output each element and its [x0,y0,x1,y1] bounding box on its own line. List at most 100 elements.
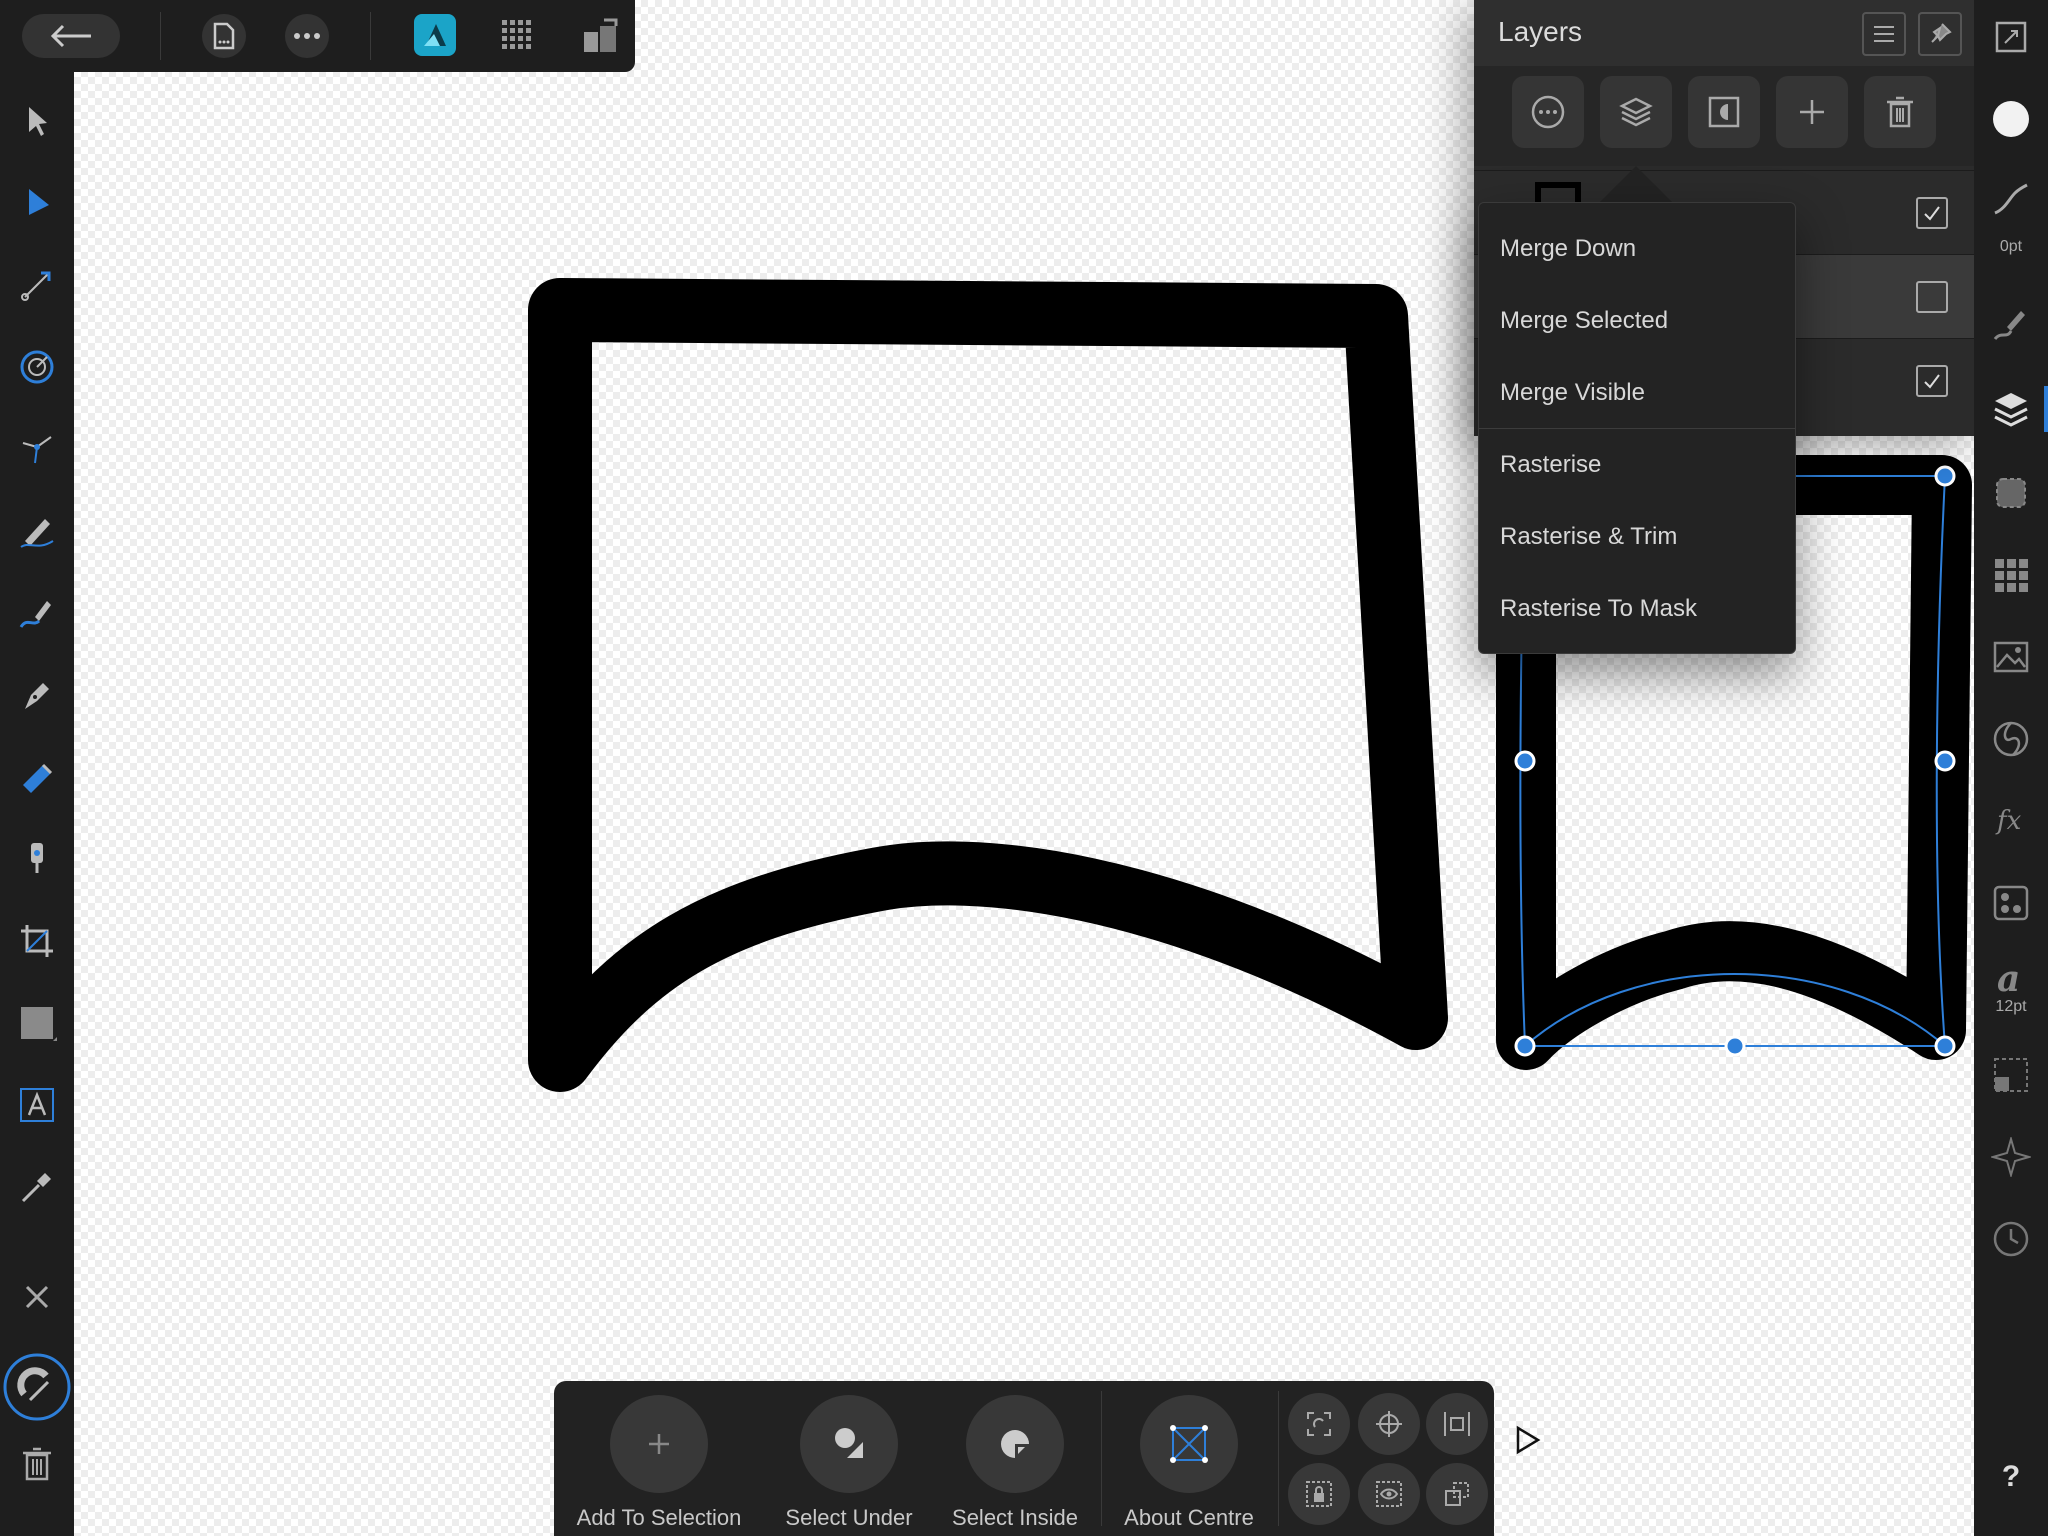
arrange-button[interactable] [1426,1463,1488,1525]
styles-button[interactable] [1984,712,2038,766]
brushes-button[interactable] [1984,298,2038,352]
help-button[interactable]: ? [1974,1460,2048,1494]
menu-item-label: Rasterise To Mask [1500,595,1697,622]
layer-visibility-checkbox[interactable] [1916,197,1948,229]
delete-button[interactable] [10,1436,64,1490]
pencil-tool[interactable] [10,504,64,558]
fill-color-swatch[interactable] [1984,92,2038,146]
layer-visibility-checkbox[interactable] [1916,281,1948,313]
back-arrow-icon [50,24,91,48]
effects-button[interactable]: fx [1984,794,2038,848]
play-triangle-icon [1516,1425,1541,1455]
fill-tool[interactable] [10,750,64,804]
layer-visibility-checkbox[interactable] [1916,365,1948,397]
point-transform-tool[interactable] [10,340,64,394]
menu-item-label: Rasterise [1500,451,1602,478]
menu-item-merge-visible[interactable]: Merge Visible [1479,357,1795,429]
navigator-compass-button[interactable] [1984,1130,2038,1184]
export-persona-button[interactable] [578,14,622,58]
tools-panel [0,72,74,1536]
hamburger-icon [1874,26,1894,42]
eyedropper-icon [21,1173,51,1203]
menu-item-label: Rasterise & Trim [1500,523,1678,550]
transform-button[interactable] [1984,1048,2038,1102]
add-layer-button[interactable] [1776,76,1848,148]
svg-text:a: a [1997,958,2020,997]
eye-icon [1376,1481,1402,1507]
merge-menu: Merge Down Merge Selected Merge Visible … [1478,202,1796,654]
export-persona-icon [584,18,618,52]
lock-children-button[interactable] [1288,1463,1350,1525]
select-under-button[interactable] [800,1395,898,1493]
menu-item-label: Merge Down [1500,235,1637,262]
navigator-button[interactable] [1984,10,2038,64]
about-centre-icon [1170,1425,1208,1463]
text-tool[interactable] [10,1078,64,1132]
mask-icon [1708,96,1740,128]
move-tool[interactable] [10,94,64,148]
compass-icon [1991,1137,2031,1177]
brush-icon [1993,311,2025,341]
merge-layers-button[interactable] [1600,76,1672,148]
crosshair-icon [1376,1411,1402,1437]
menu-item-merge-selected[interactable]: Merge Selected [1479,285,1795,357]
stroke-icon [1994,183,2028,215]
contour-tool[interactable] [10,422,64,476]
fill-marker-icon [23,763,53,793]
layers-studio-button[interactable] [1984,382,2038,436]
vector-brush-tool[interactable] [10,586,64,640]
menu-item-rasterise-to-mask[interactable]: Rasterise To Mask [1479,573,1795,645]
snapping-button[interactable] [2,1352,72,1422]
back-button[interactable] [22,14,120,58]
menu-item-label: Merge Selected [1500,307,1669,334]
shape-tool[interactable] [10,996,64,1050]
expand-toolbar-button[interactable] [1508,1420,1548,1460]
crop-tool[interactable] [10,914,64,968]
menu-item-rasterise[interactable]: Rasterise [1479,429,1795,501]
menu-item-rasterise-trim[interactable]: Rasterise & Trim [1479,501,1795,573]
document-icon [213,22,235,50]
swatches-button[interactable] [1984,548,2038,602]
corner-tool[interactable] [10,258,64,312]
snapping-options-button[interactable] [1288,1393,1350,1455]
font-icon: a [1997,958,2020,997]
toolbar-divider [1101,1391,1102,1526]
more-button[interactable] [285,14,329,58]
stroke-button[interactable] [1984,172,2038,226]
designer-persona-button[interactable] [414,14,456,56]
assets-button[interactable] [1984,630,2038,684]
color-picker-tool[interactable] [10,1160,64,1214]
add-to-selection-label: Add To Selection [576,1505,742,1530]
brush-icon [19,601,51,628]
menu-item-merge-down[interactable]: Merge Down [1479,213,1795,285]
symbols-button[interactable] [1984,876,2038,930]
distribute-button[interactable] [1426,1393,1488,1455]
history-button[interactable] [1984,1212,2038,1266]
target-icon [20,350,54,384]
layer-options-button[interactable] [1512,76,1584,148]
delete-layer-button[interactable] [1864,76,1936,148]
ellipsis-icon [294,33,320,39]
pixel-grid-icon [502,20,531,49]
node-tool[interactable] [10,176,64,230]
panel-menu-button[interactable] [1862,12,1906,56]
pin-panel-button[interactable] [1918,12,1962,56]
pen-tool[interactable] [10,668,64,722]
color-swatch-icon [1993,101,2029,137]
transparency-tool[interactable] [10,832,64,886]
select-inside-button[interactable] [966,1395,1064,1493]
distribute-icon [1444,1412,1470,1436]
about-centre-button[interactable] [1140,1395,1238,1493]
close-tool-button[interactable] [10,1270,64,1324]
swatch-grid-icon [1995,559,2028,592]
preview-button[interactable] [1358,1463,1420,1525]
add-to-selection-button[interactable] [610,1395,708,1493]
context-toolbar: Add To Selection Select Under Select Ins… [554,1381,1494,1536]
text-styles-button[interactable]: a [1984,950,2038,1004]
active-indicator [2044,386,2048,432]
add-mask-button[interactable] [1688,76,1760,148]
document-button[interactable] [202,14,246,58]
transform-origin-button[interactable] [1358,1393,1420,1455]
appearance-button[interactable] [1984,466,2038,520]
pixel-persona-button[interactable] [496,14,540,58]
